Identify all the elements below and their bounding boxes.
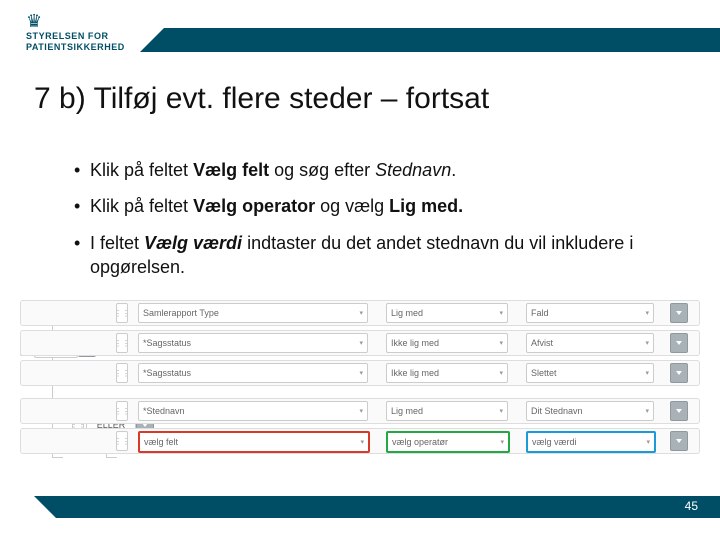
filter-value-label: vælg værdi [532,437,577,447]
filter-operator[interactable]: vælg operatør ▾ [386,431,510,453]
chevron-down-icon: ▾ [359,407,363,415]
chevron-down-icon: ▾ [500,438,504,446]
footer-notch [34,496,56,518]
filter-value[interactable]: Slettet ▾ [526,363,654,383]
bullet-text: I feltet [90,233,144,253]
chevron-down-icon: ▾ [359,339,363,347]
row-menu-dropdown[interactable] [670,333,688,353]
chevron-down-icon: ▾ [499,369,503,377]
bullet-item: I feltet Vælg værdi indtaster du det and… [74,231,690,280]
filter-operator[interactable]: Lig med ▾ [386,303,508,323]
filter-field[interactable]: *Sagsstatus ▾ [138,363,368,383]
filter-operator[interactable]: Ikke lig med ▾ [386,363,508,383]
chevron-down-icon: ▾ [499,309,503,317]
filter-operator-label: vælg operatør [392,437,448,447]
bullet-text: Klik på feltet [90,160,193,180]
agency-name-line2: PATIENTSIKKERHED [26,43,125,52]
bullet-text: Vælg værdi [144,233,242,253]
filter-operator-label: Lig med [391,406,423,416]
filter-value-label: Slettet [531,368,557,378]
filter-value-label: Dit Stednavn [531,406,583,416]
filter-field-label: vælg felt [144,437,178,447]
filter-value[interactable]: Afvist ▾ [526,333,654,353]
chevron-down-icon: ▾ [646,438,650,446]
filter-field-label: *Sagsstatus [143,338,191,348]
filter-value[interactable]: vælg værdi ▾ [526,431,656,453]
filter-operator[interactable]: Lig med ▾ [386,401,508,421]
filter-field[interactable]: vælg felt ▾ [138,431,370,453]
chevron-down-icon: ▾ [645,407,649,415]
filter-field-label: Samlerapport Type [143,308,219,318]
filter-value[interactable]: Fald ▾ [526,303,654,323]
header-band-notch [140,28,164,52]
bullet-text: og søg efter [269,160,375,180]
page-number: 45 [685,499,698,513]
filter-operator-label: Lig med [391,308,423,318]
row-menu-dropdown[interactable] [670,401,688,421]
chevron-down-icon: ▾ [499,339,503,347]
filter-diagram: ⋮⋮ OG ⋮⋮ ELLER ⋮⋮Samlerapport Type▾Lig m… [20,296,700,466]
row-menu-dropdown[interactable] [670,303,688,323]
filter-operator-label: Ikke lig med [391,368,439,378]
header: ♛ STYRELSEN FOR PATIENTSIKKERHED [0,20,720,56]
bullet-text: Vælg felt [193,160,269,180]
chevron-down-icon: ▾ [359,369,363,377]
header-band [140,28,720,52]
agency-logo: ♛ STYRELSEN FOR PATIENTSIKKERHED [26,12,125,53]
filter-field[interactable]: *Sagsstatus ▾ [138,333,368,353]
agency-name-line1: STYRELSEN FOR [26,32,125,41]
drag-handle-icon[interactable]: ⋮⋮ [116,363,128,383]
bullet-list: Klik på feltet Vælg felt og søg efter St… [34,158,690,291]
bullet-text: og vælg [315,196,389,216]
filter-field[interactable]: Samlerapport Type ▾ [138,303,368,323]
crown-icon: ♛ [26,12,125,30]
row-menu-dropdown[interactable] [670,363,688,383]
page-title: 7 b) Tilføj evt. flere steder – fortsat [34,82,489,116]
filter-value-label: Afvist [531,338,553,348]
filter-value[interactable]: Dit Stednavn ▾ [526,401,654,421]
slide: ♛ STYRELSEN FOR PATIENTSIKKERHED 7 b) Ti… [0,0,720,540]
filter-operator-label: Ikke lig med [391,338,439,348]
bullet-text: Vælg operator [193,196,315,216]
filter-field-label: *Stednavn [143,406,185,416]
drag-handle-icon[interactable]: ⋮⋮ [116,431,128,451]
drag-handle-icon[interactable]: ⋮⋮ [116,401,128,421]
bullet-text: Lig med. [389,196,463,216]
drag-handle-icon[interactable]: ⋮⋮ [116,333,128,353]
chevron-down-icon: ▾ [645,339,649,347]
row-menu-dropdown[interactable] [670,431,688,451]
bullet-item: Klik på feltet Vælg operator og vælg Lig… [74,194,690,218]
filter-operator[interactable]: Ikke lig med ▾ [386,333,508,353]
bullet-text: . [451,160,456,180]
filter-field[interactable]: *Stednavn ▾ [138,401,368,421]
chevron-down-icon: ▾ [499,407,503,415]
chevron-down-icon: ▾ [360,438,364,446]
chevron-down-icon: ▾ [645,369,649,377]
chevron-down-icon: ▾ [645,309,649,317]
footer-bar: 45 [34,496,720,518]
drag-handle-icon[interactable]: ⋮⋮ [116,303,128,323]
bullet-text: Klik på feltet [90,196,193,216]
chevron-down-icon: ▾ [359,309,363,317]
bullet-text: Stednavn [375,160,451,180]
bullet-item: Klik på feltet Vælg felt og søg efter St… [74,158,690,182]
filter-field-label: *Sagsstatus [143,368,191,378]
filter-value-label: Fald [531,308,549,318]
